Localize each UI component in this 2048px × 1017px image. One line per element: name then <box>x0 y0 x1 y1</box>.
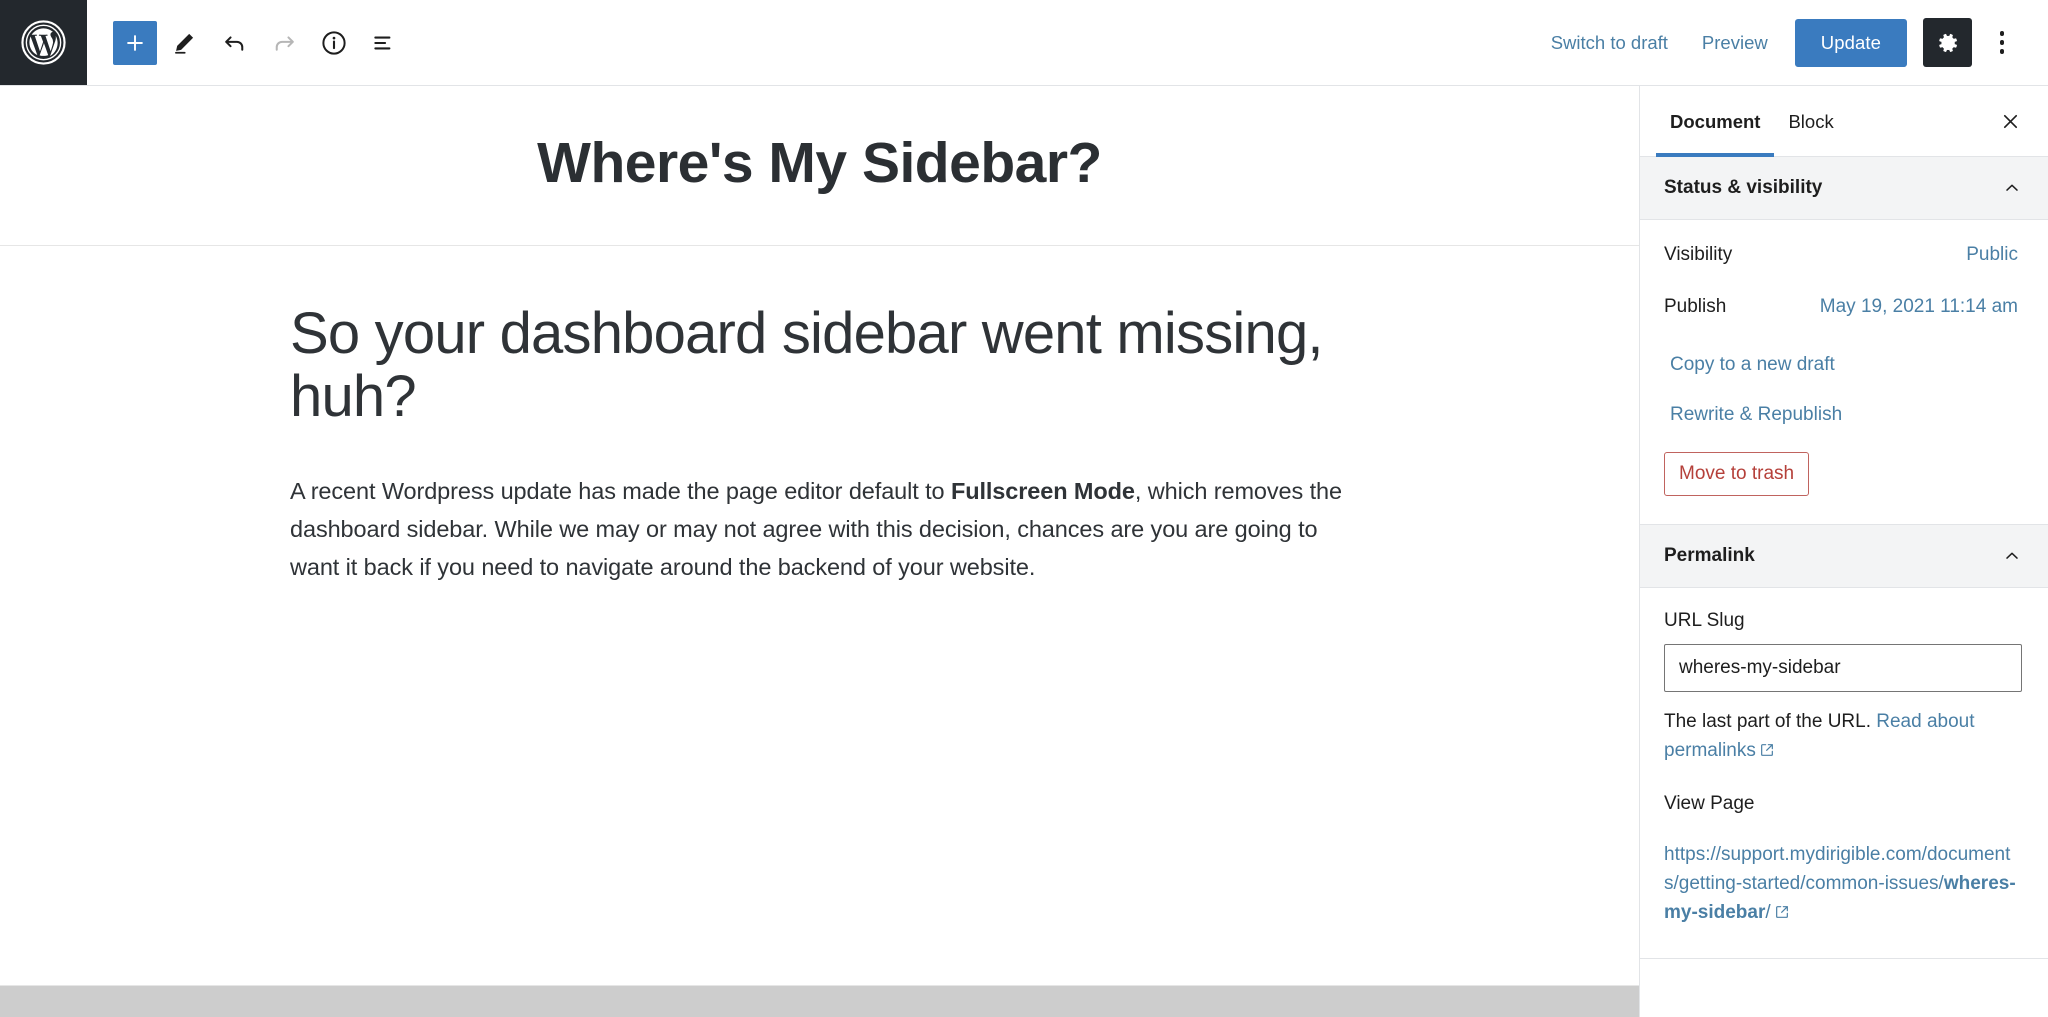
editor-canvas-column: Where's My Sidebar? So your dashboard si… <box>0 86 1639 1017</box>
undo-icon <box>224 36 243 51</box>
block-tools-group <box>87 0 407 85</box>
content-paragraph[interactable]: A recent Wordpress update has made the p… <box>290 472 1350 586</box>
horizontal-scrollbar[interactable] <box>0 985 1639 1017</box>
external-link-icon <box>1759 739 1775 768</box>
url-slug-label: URL Slug <box>1664 610 1745 631</box>
preview-button[interactable]: Preview <box>1685 22 1785 64</box>
list-view-icon <box>374 36 391 49</box>
list-view-button[interactable] <box>361 20 407 66</box>
tab-document[interactable]: Document <box>1656 87 1775 157</box>
publish-row: Publish May 19, 2021 11:14 am <box>1664 294 2022 320</box>
status-visibility-panel-header[interactable]: Status & visibility <box>1640 157 2048 220</box>
close-sidebar-button[interactable] <box>1988 99 2032 143</box>
status-visibility-panel-body: Visibility Public Publish May 19, 2021 1… <box>1640 220 2048 525</box>
switch-to-draft-button[interactable]: Switch to draft <box>1534 22 1685 64</box>
editor-top-toolbar: Switch to draft Preview Update <box>0 0 2048 86</box>
url-suffix-text: / <box>1765 901 1771 923</box>
chevron-up-icon <box>2006 552 2018 559</box>
status-visibility-title: Status & visibility <box>1664 177 1823 198</box>
post-title-block[interactable]: Where's My Sidebar? <box>0 86 1639 246</box>
details-button[interactable] <box>311 20 357 66</box>
paragraph-text-part1: A recent Wordpress update has made the p… <box>290 477 951 504</box>
editor-scroll-region[interactable]: Where's My Sidebar? So your dashboard si… <box>0 86 1639 985</box>
info-icon <box>322 30 346 55</box>
rewrite-republish-button[interactable]: Rewrite & Republish <box>1664 396 1848 434</box>
permalink-title: Permalink <box>1664 545 1755 566</box>
permalink-help-text: The last part of the URL. Read about per… <box>1664 708 2022 767</box>
paragraph-bold-term: Fullscreen Mode <box>950 477 1135 504</box>
view-page-url-link[interactable]: https://support.mydirigible.com/document… <box>1664 841 2022 930</box>
visibility-row: Visibility Public <box>1664 242 2022 268</box>
content-heading[interactable]: So your dashboard sidebar went missing, … <box>290 301 1360 428</box>
redo-icon <box>275 36 294 51</box>
publish-label: Publish <box>1664 296 1727 317</box>
view-page-label: View Page <box>1664 793 1755 814</box>
external-link-icon <box>1774 901 1790 930</box>
gear-icon <box>1938 33 1957 52</box>
url-slug-input[interactable] <box>1664 644 2022 692</box>
visibility-value-button[interactable]: Public <box>1962 242 2022 268</box>
update-button[interactable]: Update <box>1794 18 1907 67</box>
kebab-menu-icon <box>1999 31 2005 54</box>
wordpress-block-editor: Switch to draft Preview Update Where's M… <box>0 0 2048 1017</box>
permalink-panel-body: URL Slug The last part of the URL. Read … <box>1640 588 2048 959</box>
undo-button[interactable] <box>211 20 257 66</box>
plus-icon <box>127 34 143 51</box>
permalink-help-prefix: The last part of the URL. <box>1664 711 1877 732</box>
copy-to-new-draft-button[interactable]: Copy to a new draft <box>1664 346 1841 384</box>
move-to-trash-button[interactable]: Move to trash <box>1664 452 1810 496</box>
visibility-label: Visibility <box>1664 244 1733 265</box>
pencil-icon <box>175 33 194 54</box>
settings-sidebar: Document Block Status & visibility Visib… <box>1639 86 2048 1017</box>
settings-button[interactable] <box>1923 18 1972 67</box>
tools-edit-button[interactable] <box>161 20 207 66</box>
publish-date-button[interactable]: May 19, 2021 11:14 am <box>1816 294 2022 320</box>
tab-block[interactable]: Block <box>1774 87 1847 156</box>
redo-button[interactable] <box>261 20 307 66</box>
close-icon <box>2003 114 2017 128</box>
add-block-button[interactable] <box>113 20 157 65</box>
post-content-area: So your dashboard sidebar went missing, … <box>0 246 1400 587</box>
editor-body: Where's My Sidebar? So your dashboard si… <box>0 86 2048 1017</box>
chevron-up-icon <box>2006 184 2018 191</box>
page-title[interactable]: Where's My Sidebar? <box>60 131 1579 197</box>
permalink-panel-header[interactable]: Permalink <box>1640 525 2048 588</box>
toolbar-actions: Switch to draft Preview Update <box>1534 0 2048 85</box>
more-options-button[interactable] <box>1980 20 2024 66</box>
sidebar-tab-bar: Document Block <box>1640 86 2048 157</box>
wordpress-logo-icon[interactable] <box>0 0 87 85</box>
